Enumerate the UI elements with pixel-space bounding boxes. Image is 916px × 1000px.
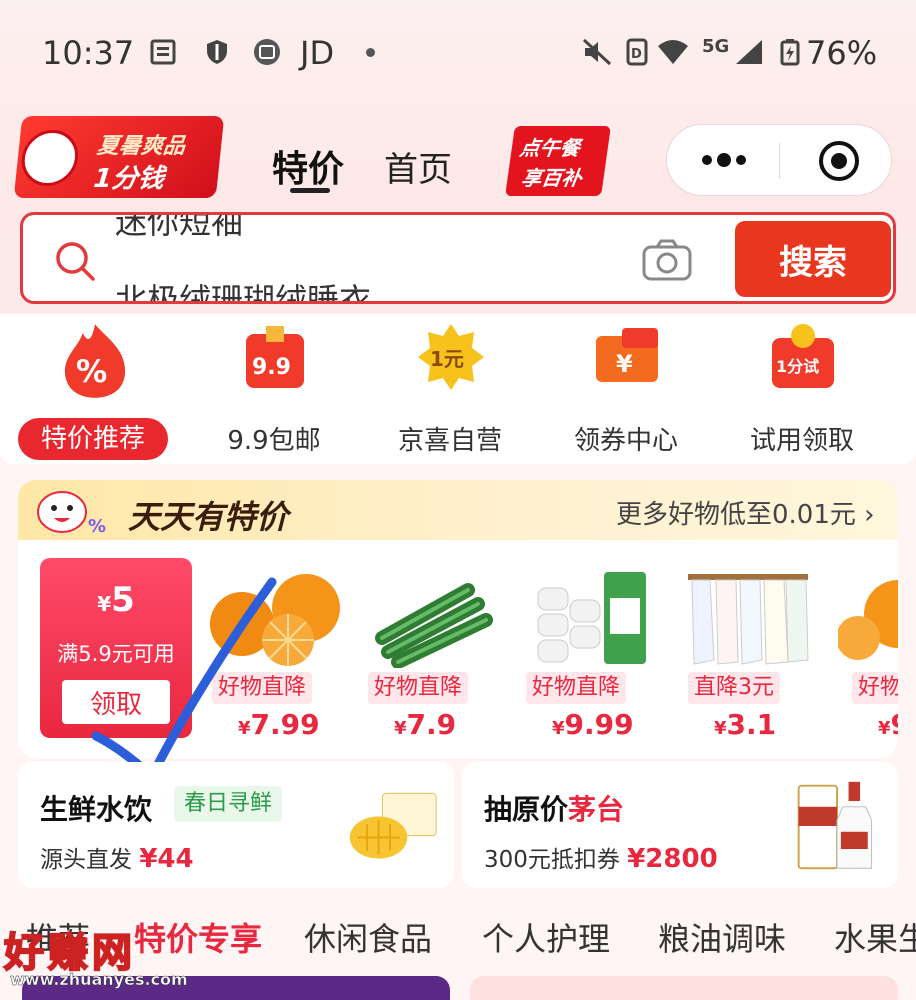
product-price: ¥9.99 <box>552 708 634 741</box>
signal-icon <box>736 40 762 64</box>
gift-box-icon: 9.9 <box>246 326 304 388</box>
fresh-drinks-card[interactable]: 生鲜水饮 春日寻鲜 源头直发 ¥44 <box>18 762 454 888</box>
fresh-drinks-subtitle: 源头直发 ¥44 <box>40 844 194 874</box>
maotai-draw-card[interactable]: 抽原价茅台 300元抵扣券 ¥2800 <box>462 762 898 888</box>
tab-active-indicator <box>290 188 330 193</box>
coupon-icon: ¥ <box>596 328 658 382</box>
product-price: ¥9 <box>878 708 898 738</box>
product-image-towels <box>688 574 809 665</box>
category-special-recommend[interactable]: % 特价推荐 <box>14 322 168 462</box>
product-card[interactable]: 好物直降 ¥7.9 <box>358 568 498 741</box>
maotai-product-image <box>797 781 873 870</box>
product-tag: 直降3元 <box>688 672 780 704</box>
battery-icon <box>780 39 800 66</box>
product-image-cucumbers <box>375 583 493 668</box>
more-options-icon[interactable] <box>699 145 749 175</box>
category-label: 京喜自营 <box>397 426 502 456</box>
network-type: 5G <box>702 36 730 57</box>
product-image-tissue-rolls <box>537 572 646 664</box>
lunch-promo-line2: 享百补 <box>519 166 584 190</box>
category-label: 试用领取 <box>749 426 854 456</box>
svg-text:9.9: 9.9 <box>252 355 291 380</box>
watermark-url: www.zhuanyes.com <box>10 970 188 990</box>
wifi-icon <box>658 40 688 64</box>
status-dot <box>366 48 375 57</box>
product-price: ¥7.9 <box>394 708 457 741</box>
handwritten-checkmark <box>91 577 277 784</box>
tab-fruit[interactable]: 水果生 <box>834 914 916 960</box>
svg-text:%: % <box>88 516 106 537</box>
category-9-9-free-shipping[interactable]: 9.9 9.9包邮 <box>204 322 344 462</box>
feed-card-right[interactable] <box>470 976 898 1000</box>
category-label: 领券中心 <box>573 426 678 456</box>
spring-fresh-badge: 春日寻鲜 <box>174 786 283 822</box>
tab-personal-care[interactable]: 个人护理 <box>482 914 610 960</box>
product-tag: 好物直降 <box>368 672 469 704</box>
maotai-subtitle: 300元抵扣券 ¥2800 <box>484 844 718 874</box>
mini-program-capsule <box>666 124 892 196</box>
status-bar: 10:37 JD D 5G 76% <box>0 0 916 100</box>
lunch-promo-line1: 点午餐 <box>518 136 582 160</box>
category-label: 9.9包邮 <box>227 426 321 456</box>
tab-specials[interactable]: 特价 <box>272 140 344 192</box>
trial-bag-icon: 1分试 <box>772 324 834 388</box>
summer-promo-line1: 夏暑爽品 <box>95 134 187 159</box>
fresh-drinks-title: 生鲜水饮 <box>40 793 153 826</box>
category-trial[interactable]: 1分试 试用领取 <box>732 322 872 462</box>
category-coupon-center[interactable]: ¥ 领券中心 <box>556 322 696 462</box>
category-strip: % 特价推荐 9.9 9.9包邮 1元 京喜自营 ¥ 领券中心 1分试 试用领取 <box>0 314 916 464</box>
tab-home[interactable]: 首页 <box>384 142 452 191</box>
svg-text:D: D <box>631 47 642 62</box>
daily-deals-more-link[interactable]: 更多好物低至0.01元 › <box>616 494 875 531</box>
product-tag: 好物 <box>852 672 898 704</box>
tab-grain-oil-seasoning[interactable]: 粮油调味 <box>658 914 786 960</box>
notification-list-icon <box>150 39 176 65</box>
one-yuan-badge-icon: 1元 <box>418 324 484 390</box>
status-time: 10:37 <box>42 34 135 72</box>
joy-dog-mascot-icon <box>18 130 81 186</box>
lunch-promo-banner[interactable]: 点午餐 享百补 <box>505 126 611 196</box>
search-placeholder-scroll-bottom: 北极绒珊瑚绒睡衣 <box>115 281 372 304</box>
summer-promo-banner[interactable]: 夏暑爽品 1分钱 <box>13 116 225 198</box>
search-button[interactable]: 搜索 <box>735 221 891 297</box>
product-card[interactable]: 好物直降 ¥9.99 <box>516 568 656 741</box>
daily-deals-title: 天天有特价 <box>128 498 289 536</box>
svg-text:¥: ¥ <box>616 350 633 378</box>
maotai-title: 抽原价茅台 <box>484 793 625 826</box>
app-label: JD <box>300 34 335 72</box>
search-icon <box>56 242 95 281</box>
tab-snacks[interactable]: 休闲食品 <box>304 914 432 960</box>
joy-dog-mascot-icon: % <box>37 491 106 537</box>
percent-flame-icon: % <box>64 324 126 398</box>
hd-icon: D <box>626 38 648 66</box>
search-placeholder-scroll-top: 迷你短袖 <box>115 212 244 241</box>
svg-text:1分试: 1分试 <box>776 357 819 376</box>
capsule-divider <box>779 143 780 179</box>
camera-icon[interactable] <box>641 237 693 283</box>
product-tag: 好物直降 <box>526 672 627 704</box>
svg-text:1元: 1元 <box>430 347 464 371</box>
shield-icon <box>207 40 227 64</box>
calendar-icon <box>254 39 280 65</box>
category-jingxi-self-run[interactable]: 1元 京喜自营 <box>380 322 520 462</box>
product-card[interactable]: 直降3元 ¥3.1 <box>678 568 818 741</box>
category-label: 特价推荐 <box>18 418 168 460</box>
battery-percent: 76% <box>806 34 878 72</box>
svg-text:%: % <box>76 354 107 390</box>
daily-deals-header[interactable]: % 天天有特价 更多好物低至0.01元 › <box>18 480 898 540</box>
search-bar[interactable]: 迷你短袖 北极绒珊瑚绒睡衣 搜索 <box>20 212 896 304</box>
product-card-partial[interactable]: 好物 ¥9 <box>838 568 898 738</box>
mute-icon <box>582 38 612 66</box>
site-watermark: 好赚网 www.zhuanyes.com <box>0 916 200 996</box>
summer-promo-line2: 1分钱 <box>92 164 166 194</box>
product-price: ¥3.1 <box>714 708 777 741</box>
product-image-oranges <box>838 580 898 660</box>
close-miniprogram-icon[interactable] <box>817 139 861 183</box>
mango-product-image <box>349 792 437 859</box>
